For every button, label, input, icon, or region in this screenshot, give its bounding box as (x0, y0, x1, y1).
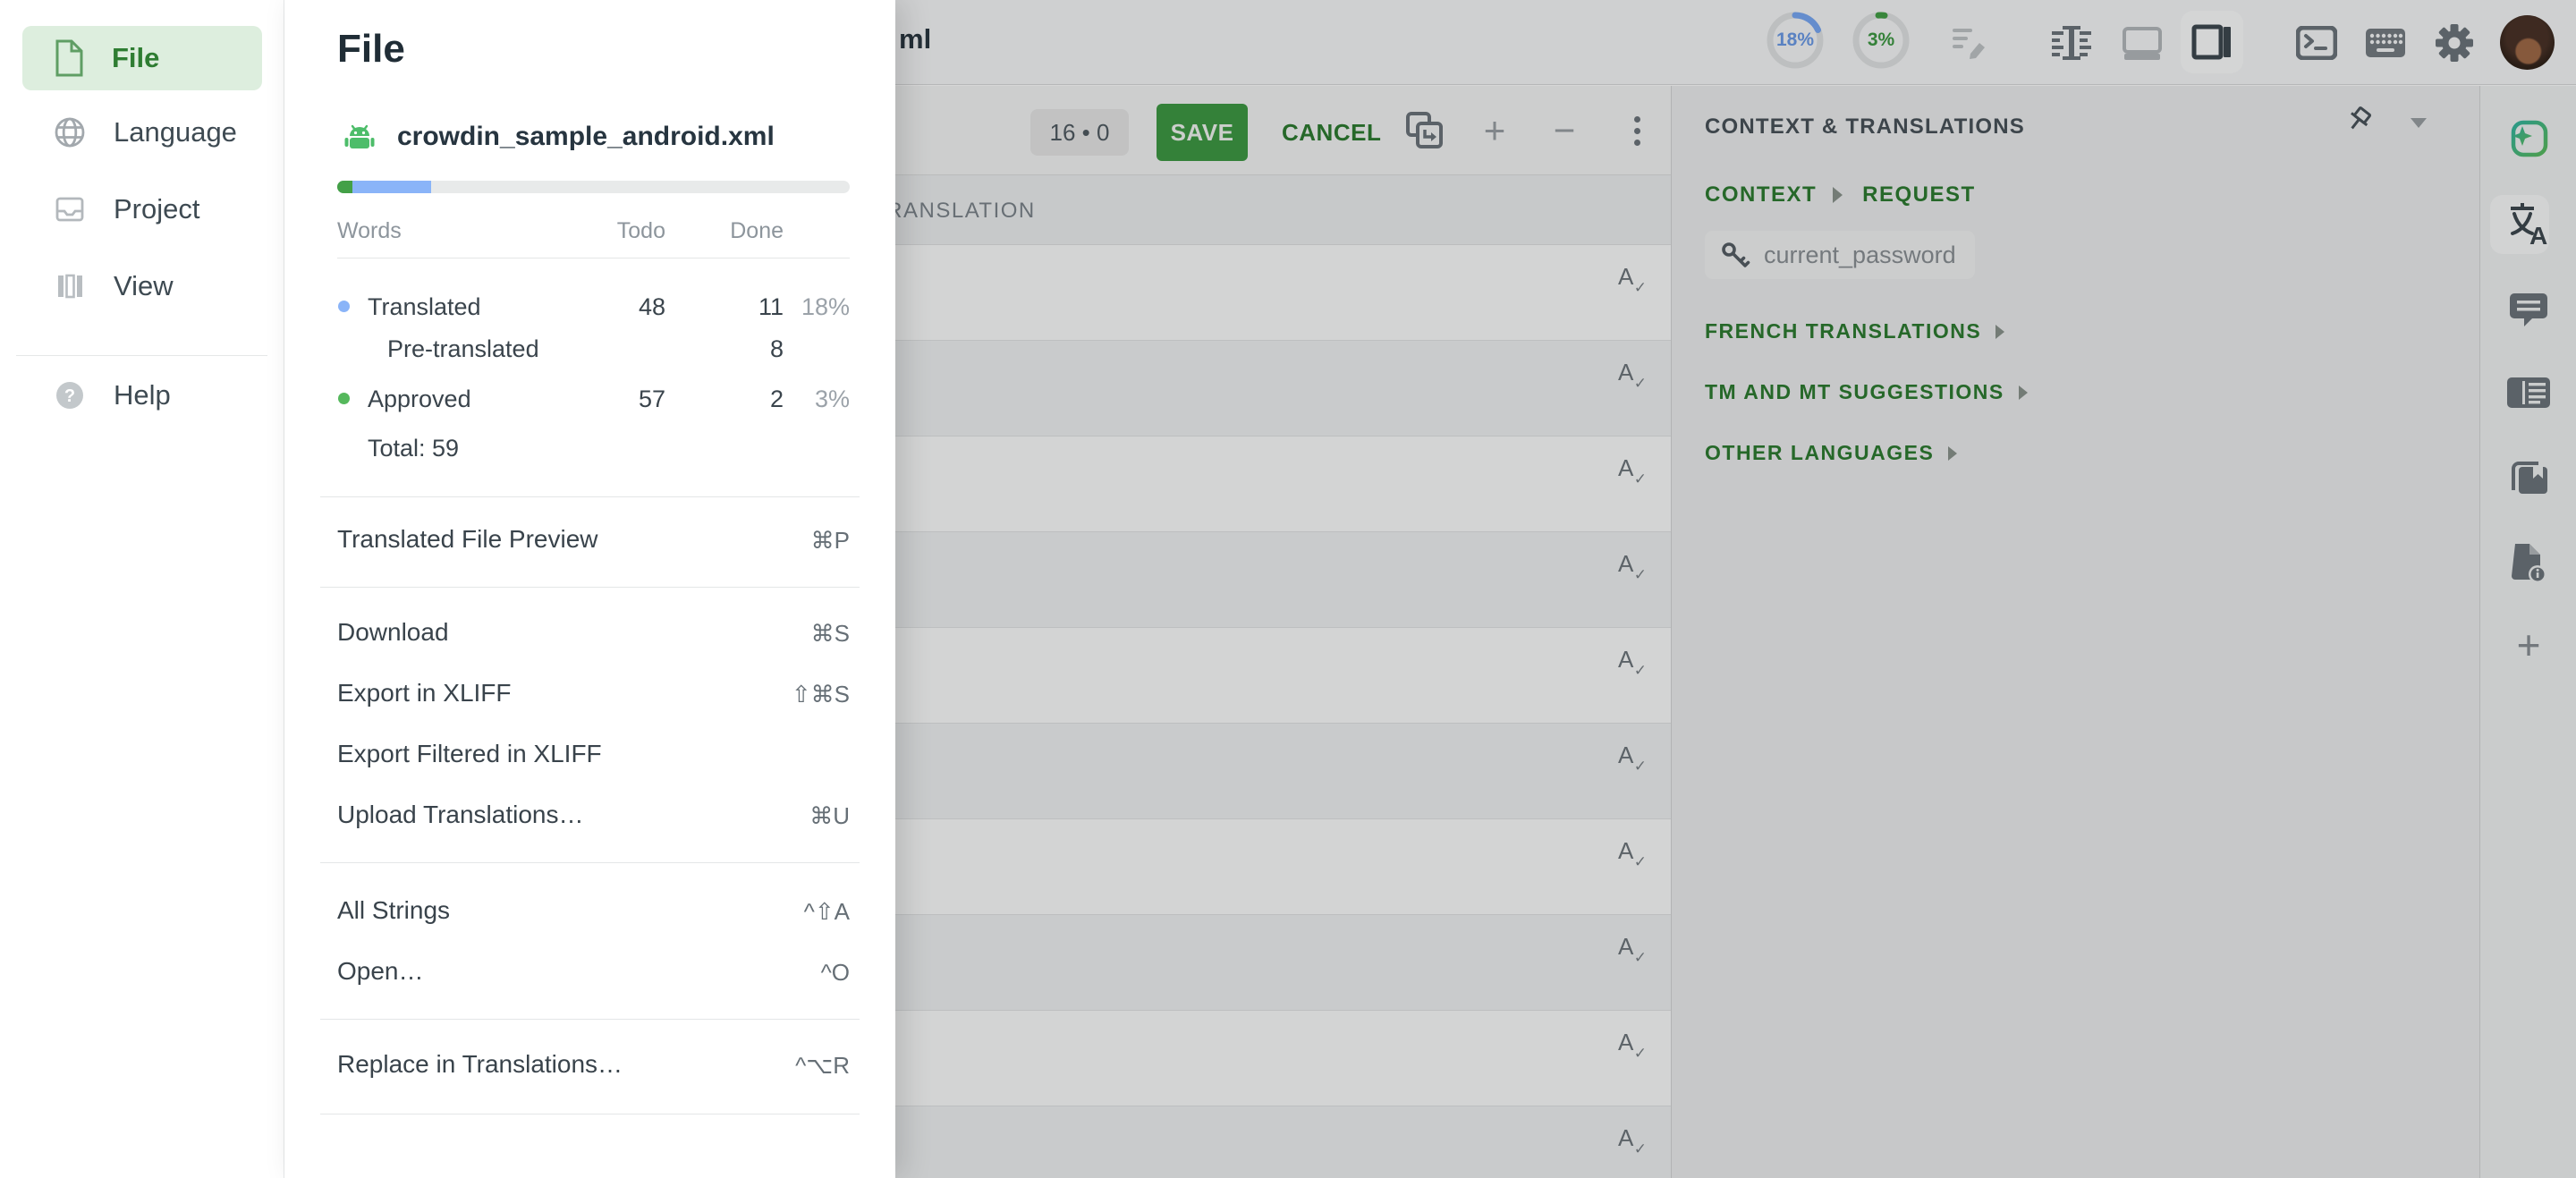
menu-item-label: Export Filtered in XLIFF (337, 740, 602, 768)
stat-label: Approved (368, 386, 471, 413)
approved-dot (338, 393, 350, 404)
menu-item-all-strings[interactable]: All Strings ^⇧A (284, 893, 895, 932)
menu-item-label: All Strings (337, 896, 450, 925)
project-tray-icon (52, 191, 88, 227)
col-words: Words (337, 218, 402, 244)
menu-item-replace-in-translations[interactable]: Replace in Translations… ^⌥R (284, 1047, 895, 1086)
stat-done-pct: 18% (801, 293, 850, 321)
stat-words: 48 (639, 293, 665, 321)
menu-item-shortcut: ⌘P (811, 527, 850, 555)
main-sidebar: File Language Project View (0, 0, 284, 1178)
col-todo: Todo (617, 218, 665, 244)
menu-item-shortcut: ⌘S (811, 620, 850, 648)
menu-item-label: Export in XLIFF (337, 679, 512, 708)
sidebar-item-file[interactable]: File (22, 26, 262, 90)
stat-done-pct: 3% (815, 386, 850, 413)
sidebar-item-label: View (114, 270, 174, 302)
sidebar-item-label: File (112, 42, 159, 74)
file-progress-bar (337, 181, 850, 193)
approved-progress-segment (337, 181, 352, 193)
menu-item-shortcut: ^O (821, 959, 850, 987)
menu-item-download[interactable]: Download ⌘S (284, 614, 895, 654)
stat-todo: 11 (758, 293, 784, 321)
menu-item-label: Upload Translations… (337, 801, 583, 829)
stat-label: Pre-translated (387, 335, 539, 363)
menu-item-translated-file-preview[interactable]: Translated File Preview ⌘P (284, 521, 895, 561)
sidebar-item-view[interactable]: View (22, 254, 262, 318)
sidebar-item-project[interactable]: Project (22, 177, 262, 242)
current-file: crowdin_sample_android.xml (342, 122, 775, 152)
svg-text:?: ? (64, 386, 75, 406)
translated-progress-segment (352, 181, 431, 193)
sidebar-item-help[interactable]: ? Help (22, 363, 262, 428)
divider (320, 587, 860, 588)
translated-dot (338, 301, 350, 312)
file-menu-title: File (337, 27, 405, 72)
menu-item-label: Download (337, 618, 449, 647)
globe-icon (52, 114, 88, 150)
stat-todo: 2 (770, 386, 784, 413)
file-name: crowdin_sample_android.xml (397, 122, 775, 152)
sidebar-item-label: Project (114, 193, 199, 225)
crowdin-editor-app: { "colors": { "accent_green": "#2e7d32",… (0, 0, 2576, 1178)
android-icon (342, 123, 377, 151)
file-menu-panel: File crowdin_sample_android.xml Words To… (284, 0, 895, 1178)
stat-todo: 8 (770, 335, 784, 363)
menu-item-shortcut: ^⌥R (795, 1052, 850, 1080)
menu-item-label: Replace in Translations… (337, 1050, 623, 1079)
stat-label: Translated (368, 293, 481, 321)
col-done: Done (730, 218, 784, 244)
stat-total: Total: 59 (368, 435, 459, 462)
help-icon: ? (52, 377, 88, 413)
sidebar-divider (16, 355, 267, 356)
menu-item-shortcut: ⌘U (809, 802, 850, 830)
menu-item-label: Open… (337, 957, 424, 986)
menu-item-upload-translations[interactable]: Upload Translations… ⌘U (284, 797, 895, 836)
divider (320, 1019, 860, 1020)
divider (320, 496, 860, 497)
stat-words: 57 (639, 386, 665, 413)
sidebar-item-language[interactable]: Language (22, 100, 262, 165)
menu-item-shortcut: ^⇧A (804, 898, 850, 926)
sidebar-item-label: Help (114, 379, 171, 411)
menu-item-shortcut: ⇧⌘S (792, 681, 850, 708)
file-icon (52, 38, 86, 78)
view-columns-icon (52, 268, 88, 304)
menu-item-label: Translated File Preview (337, 525, 598, 554)
divider (320, 862, 860, 863)
menu-item-open[interactable]: Open… ^O (284, 953, 895, 993)
menu-item-export-xliff[interactable]: Export in XLIFF ⇧⌘S (284, 675, 895, 715)
sidebar-item-label: Language (114, 116, 237, 148)
menu-item-export-filtered-xliff[interactable]: Export Filtered in XLIFF (284, 736, 895, 775)
